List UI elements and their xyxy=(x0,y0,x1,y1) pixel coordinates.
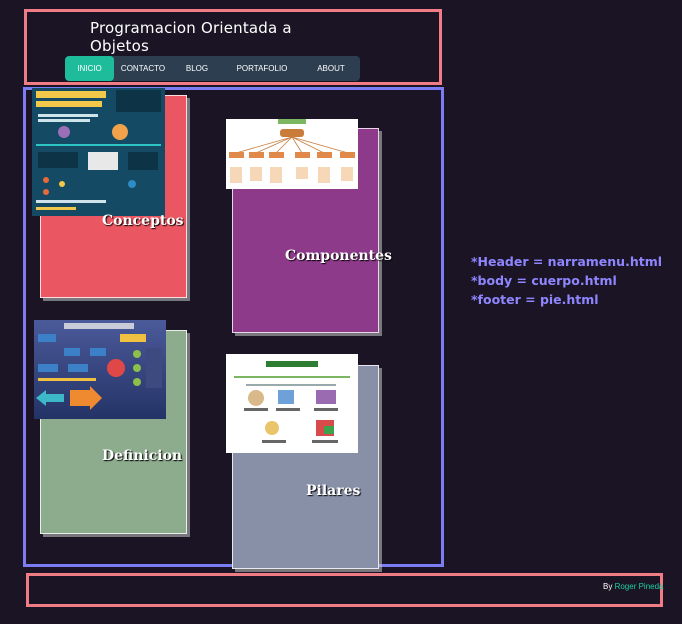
concept-map-image xyxy=(226,119,358,189)
nav-bar: INICIO CONTACTO BLOG PORTAFOLIO ABOUT xyxy=(65,56,360,81)
credit-by: By xyxy=(603,582,613,591)
file-notes: *Header = narramenu.html *body = cuerpo.… xyxy=(471,252,662,309)
nav-item-inicio[interactable]: INICIO xyxy=(65,56,114,81)
nav-item-contacto[interactable]: CONTACTO xyxy=(114,56,172,81)
card-label-conceptos: Conceptos xyxy=(102,213,184,229)
nav-item-blog[interactable]: BLOG xyxy=(172,56,222,81)
pillars-image xyxy=(226,354,358,453)
note-body: *body = cuerpo.html xyxy=(471,273,617,288)
note-header: *Header = narramenu.html xyxy=(471,254,663,269)
card-label-definicion: Definicion xyxy=(102,448,183,464)
credit-author-link[interactable]: Roger Pineda xyxy=(615,582,664,591)
definition-diagram-image xyxy=(34,320,166,419)
site-title: Programacion Orientada a Objetos xyxy=(90,19,292,55)
poo-infographic-image xyxy=(32,88,165,216)
note-footer: *footer = pie.html xyxy=(471,292,599,307)
nav-item-about[interactable]: ABOUT xyxy=(302,56,360,81)
card-label-pilares: Pilares xyxy=(306,483,361,499)
nav-item-portafolio[interactable]: PORTAFOLIO xyxy=(222,56,302,81)
footer-frame xyxy=(26,573,663,607)
footer-credit: By Roger Pineda xyxy=(603,582,664,591)
card-label-componentes: Componentes xyxy=(285,248,392,264)
